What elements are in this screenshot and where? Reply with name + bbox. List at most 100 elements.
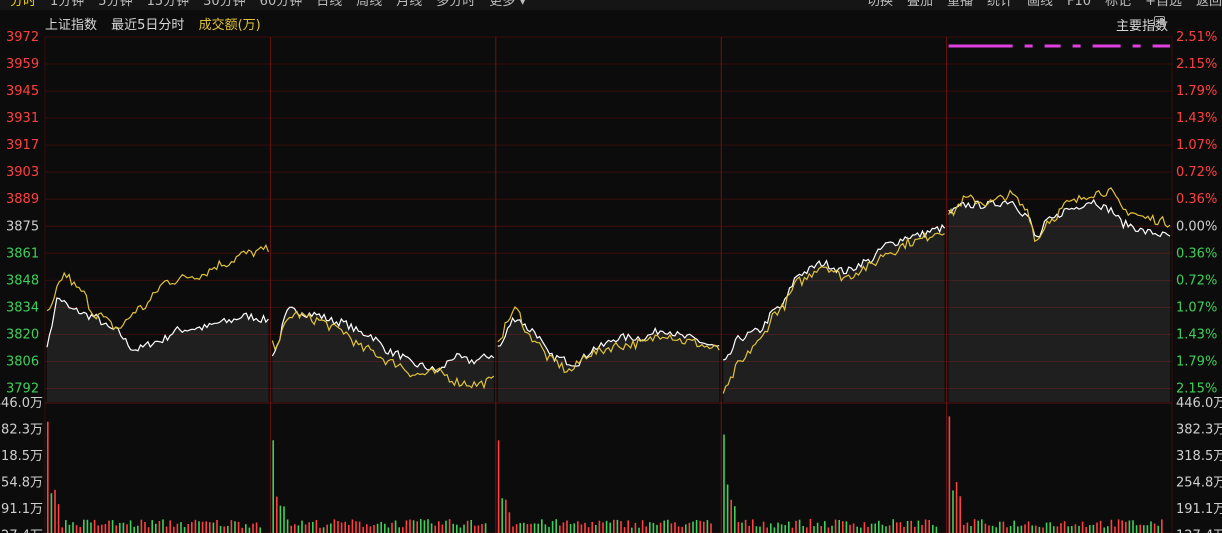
- volume-bar: [93, 519, 96, 533]
- volume-bar: [384, 523, 386, 533]
- volume-bar: [981, 519, 983, 533]
- volume-bar: [1024, 524, 1026, 533]
- volume-bar: [784, 525, 786, 533]
- volume-bar: [1053, 526, 1055, 533]
- volume-bar: [54, 489, 56, 533]
- volume-bar: [863, 522, 866, 533]
- volume-bar: [906, 521, 909, 533]
- volume-bar: [133, 526, 135, 533]
- volume-bar: [602, 522, 604, 533]
- volume-bar: [294, 524, 296, 533]
- volume-bar: [216, 520, 218, 533]
- volume-bar: [1009, 526, 1012, 533]
- volume-bar: [677, 526, 680, 533]
- volume-bar: [459, 527, 462, 533]
- price-tick-label: 3806: [6, 354, 39, 369]
- volume-bar: [703, 521, 705, 533]
- volume-bar: [798, 519, 801, 533]
- volume-bar: [441, 524, 444, 533]
- volume-bar: [230, 520, 233, 533]
- volume-bar: [169, 520, 171, 533]
- volume-bar: [252, 523, 254, 533]
- volume-bar: [1042, 527, 1044, 533]
- volume-bar: [903, 527, 905, 533]
- volume-bar: [283, 506, 285, 533]
- volume-bar: [870, 523, 873, 533]
- volume-bar: [304, 524, 307, 533]
- volume-bar: [366, 524, 368, 533]
- volume-bar: [710, 523, 712, 533]
- volume-bar: [780, 524, 783, 533]
- pct-tick-label: 1.07%: [1176, 300, 1217, 315]
- volume-bar: [827, 527, 830, 533]
- volume-bar: [788, 521, 790, 533]
- price-tick-label: 3903: [6, 165, 39, 180]
- volume-bar: [999, 521, 1001, 533]
- volume-bar: [474, 525, 476, 533]
- volume-bar: [744, 519, 747, 533]
- price-tick-label: 3931: [6, 111, 39, 126]
- volume-tick-label: 382.3万: [1176, 423, 1222, 438]
- volume-bar: [587, 527, 590, 533]
- volume-bar: [50, 493, 53, 533]
- volume-bar: [259, 527, 261, 533]
- volume-bar: [1074, 524, 1077, 533]
- volume-bar: [340, 522, 343, 533]
- volume-bar: [770, 523, 772, 533]
- volume-bar: [362, 526, 364, 533]
- volume-bar: [948, 416, 951, 533]
- volume-bar: [1013, 520, 1015, 533]
- volume-bar: [649, 522, 651, 533]
- volume-bar: [685, 524, 687, 533]
- volume-bar: [695, 520, 698, 533]
- volume-bar: [766, 527, 768, 533]
- volume-bar: [445, 520, 447, 533]
- volume-bar: [241, 527, 243, 533]
- pct-tick-label: 1.79%: [1176, 84, 1217, 99]
- volume-bar: [373, 525, 375, 533]
- volume-bar: [1114, 526, 1116, 533]
- volume-bar: [645, 526, 647, 533]
- volume-bar: [932, 524, 934, 533]
- volume-bar: [984, 523, 987, 533]
- volume-bar: [726, 484, 729, 533]
- volume-bar: [402, 527, 404, 533]
- volume-bar: [842, 521, 844, 533]
- volume-bar: [777, 522, 779, 533]
- volume-bar: [860, 527, 862, 533]
- volume-bar: [416, 521, 418, 533]
- pct-tick-label: 2.15%: [1176, 57, 1217, 72]
- volume-bar: [551, 521, 554, 533]
- volume-bar: [322, 527, 325, 533]
- volume-bar: [970, 526, 972, 533]
- volume-bar: [928, 520, 930, 533]
- volume-bar: [448, 519, 451, 533]
- volume-tick-label: 318.5万: [0, 449, 43, 464]
- volume-bar: [151, 520, 153, 533]
- volume-bar: [1085, 527, 1087, 533]
- price-tick-label: 3820: [6, 327, 39, 342]
- volume-bar: [1017, 526, 1019, 533]
- volume-bar: [326, 524, 328, 533]
- volume-bar: [369, 526, 372, 533]
- volume-bar: [759, 526, 761, 533]
- volume-bar: [1153, 523, 1156, 533]
- volume-bar: [68, 524, 71, 533]
- volume-bar: [508, 512, 511, 533]
- volume-bar: [505, 499, 507, 533]
- volume-bar: [548, 526, 550, 533]
- volume-bar: [57, 504, 60, 533]
- volume-bar: [806, 527, 808, 533]
- volume-bar: [119, 523, 121, 533]
- volume-bar: [515, 524, 518, 533]
- volume-bar: [917, 520, 920, 533]
- volume-bar: [176, 523, 179, 533]
- pct-tick-label: 0.36%: [1176, 246, 1217, 261]
- volume-bar: [129, 520, 132, 533]
- volume-bar: [674, 522, 676, 533]
- pct-tick-label: 0.36%: [1176, 192, 1217, 207]
- volume-bar: [748, 525, 750, 533]
- volume-bar: [820, 526, 822, 533]
- volume-bar: [394, 520, 397, 533]
- volume-bar: [896, 522, 898, 533]
